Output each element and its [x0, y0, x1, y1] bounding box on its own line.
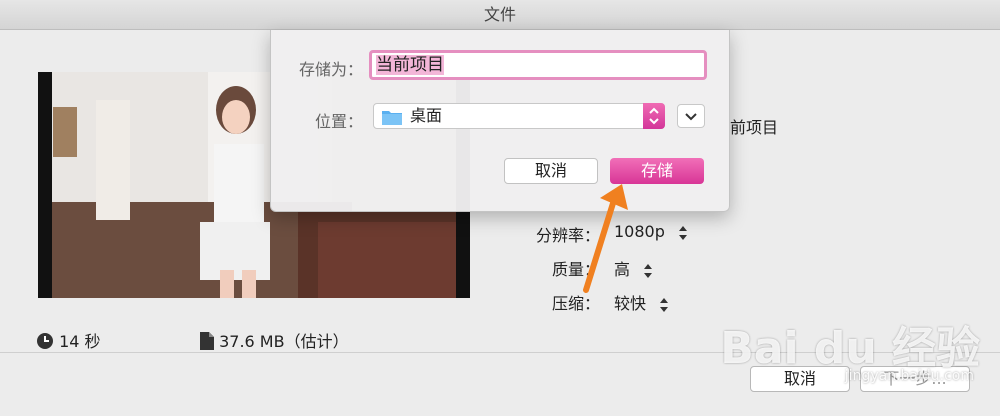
expand-button[interactable] [677, 104, 705, 128]
quality-label: 质量： [551, 260, 600, 279]
duration-info: 14 秒 [36, 328, 101, 352]
size-info: 37.6 MB（估计） [200, 328, 349, 352]
chevron-down-icon [685, 113, 697, 121]
save-button[interactable]: 存储 [610, 158, 704, 184]
project-title-partial: 前项目 [730, 118, 779, 137]
stepper-icon [644, 263, 653, 278]
save-as-field[interactable]: 当前项目 [369, 50, 707, 80]
baidu-watermark-url: jingyan.baidu.com [844, 368, 974, 384]
size-text: 37.6 MB（估计） [219, 332, 349, 351]
stepper-icon [649, 107, 659, 125]
resolution-select[interactable]: 1080p [614, 222, 688, 241]
compression-label: 压缩： [551, 294, 600, 313]
folder-icon [382, 111, 402, 125]
resolution-value: 1080p [614, 222, 665, 241]
clock-icon [37, 333, 53, 349]
window-title: 文件 [0, 0, 1000, 30]
stepper-icon [660, 297, 669, 312]
location-stepper[interactable] [643, 103, 665, 129]
location-value: 桌面 [410, 106, 443, 125]
location-select[interactable]: 桌面 [373, 103, 665, 129]
quality-value: 高 [614, 260, 631, 279]
quality-select[interactable]: 高 [614, 256, 653, 280]
duration-text: 14 秒 [59, 332, 101, 351]
resolution-label: 分辨率： [535, 226, 600, 245]
save-as-label: 存储为： [298, 60, 363, 79]
baidu-watermark-logo: Bai du 经验 [720, 323, 980, 374]
dialog-cancel-button[interactable]: 取消 [504, 158, 598, 184]
stepper-icon [678, 225, 687, 240]
compression-value: 较快 [614, 294, 647, 313]
save-dialog: 存储为： 当前项目 位置： 桌面 取消 存储 [270, 30, 730, 212]
document-icon [200, 332, 214, 350]
location-label: 位置： [314, 112, 363, 131]
save-as-value: 当前项目 [376, 55, 444, 75]
compression-select[interactable]: 较快 [614, 290, 669, 314]
